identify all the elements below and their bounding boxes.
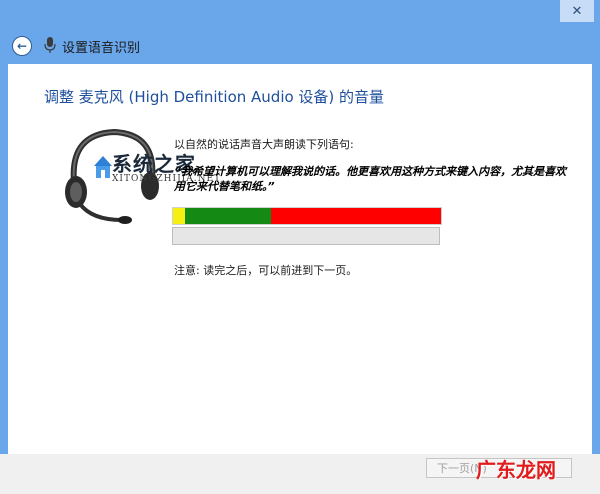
- close-button[interactable]: [560, 0, 594, 22]
- wizard-title: 设置语音识别: [62, 41, 141, 56]
- sample-sentence: “我希望计算机可以理解我说的话。他更喜欢用这种方式来键入内容，尤其是喜欢用它来代…: [174, 165, 567, 193]
- volume-meter: [172, 207, 442, 225]
- wizard-footer: 下一页(N) 广东龙网: [0, 454, 600, 494]
- reading-progress-bar: [172, 227, 440, 245]
- back-arrow-icon: ←: [16, 39, 28, 53]
- volume-meter-high-segment: [271, 208, 441, 224]
- speech-setup-window: ← 设置语音识别 调整 麦克风 (High Definition Audio 设…: [0, 0, 600, 494]
- volume-meter-ok-segment: [185, 208, 271, 224]
- page-heading: 调整 麦克风 (High Definition Audio 设备) 的音量: [44, 88, 385, 106]
- wizard-header: ← 设置语音识别: [0, 26, 600, 64]
- wizard-content: 调整 麦克风 (High Definition Audio 设备) 的音量 系统…: [8, 64, 592, 478]
- back-button[interactable]: ←: [12, 36, 32, 56]
- instruction-text: 以自然的说话声音大声朗读下列语句:: [174, 138, 354, 151]
- site-watermark: 广东龙网: [476, 458, 556, 482]
- note-text: 注意: 读完之后，可以前进到下一页。: [174, 264, 358, 277]
- headset-icon: [65, 128, 159, 224]
- volume-meter-low-segment: [173, 208, 185, 224]
- microphone-icon: [44, 37, 56, 53]
